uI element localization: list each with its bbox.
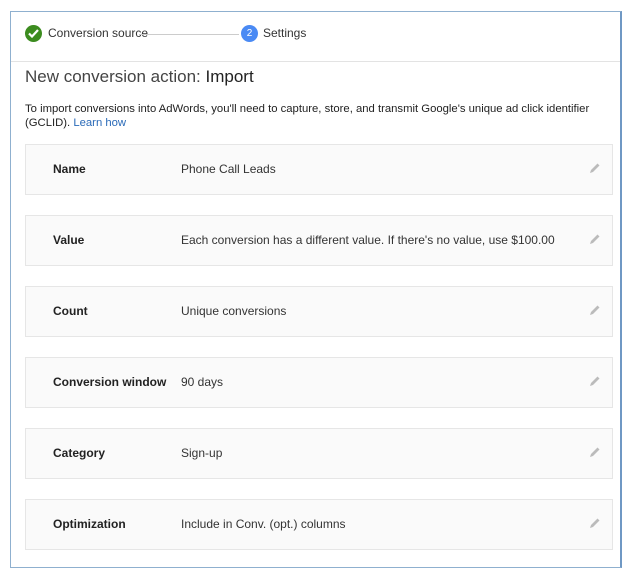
pencil-icon[interactable] (588, 232, 602, 246)
page-title: New conversion action: Import (25, 67, 254, 87)
setting-label: Count (53, 304, 88, 318)
setting-label: Category (53, 446, 106, 460)
setting-row-conversion-window[interactable]: Conversion window 90 days (25, 357, 613, 408)
stepper: Conversion source 2 Settings (11, 12, 620, 62)
pencil-icon[interactable] (588, 445, 602, 459)
title-emphasis: Import (205, 67, 254, 86)
pencil-icon[interactable] (588, 161, 602, 175)
setting-label: Value (53, 233, 85, 247)
title-prefix: New conversion action: (25, 67, 206, 86)
step-number-badge: 2 (241, 25, 258, 42)
description: To import conversions into AdWords, you'… (25, 102, 605, 130)
setting-row-count[interactable]: Count Unique conversions (25, 286, 613, 337)
check-circle-icon (25, 25, 42, 42)
pencil-icon[interactable] (588, 374, 602, 388)
setting-value: Phone Call Leads (181, 162, 276, 176)
setting-row-value[interactable]: Value Each conversion has a different va… (25, 215, 613, 266)
setting-label: Conversion window (53, 375, 167, 389)
setting-value: Unique conversions (181, 304, 287, 318)
setting-value: Sign-up (181, 446, 223, 460)
setting-label: Name (53, 162, 86, 176)
learn-how-link[interactable]: Learn how (73, 117, 126, 129)
setting-value: Include in Conv. (opt.) columns (181, 517, 346, 531)
conversion-settings-panel: Conversion source 2 Settings New convers… (10, 11, 622, 568)
setting-row-optimization[interactable]: Optimization Include in Conv. (opt.) col… (25, 499, 613, 550)
step-settings[interactable]: Settings (263, 26, 306, 40)
setting-row-name[interactable]: Name Phone Call Leads (25, 144, 613, 195)
pencil-icon[interactable] (588, 303, 602, 317)
setting-row-category[interactable]: Category Sign-up (25, 428, 613, 479)
setting-label: Optimization (53, 517, 126, 531)
step-conversion-source[interactable]: Conversion source (48, 26, 148, 40)
pencil-icon[interactable] (588, 516, 602, 530)
step-connector (139, 34, 239, 35)
setting-value: 90 days (181, 375, 224, 389)
setting-value: Each conversion has a different value. I… (181, 233, 555, 247)
